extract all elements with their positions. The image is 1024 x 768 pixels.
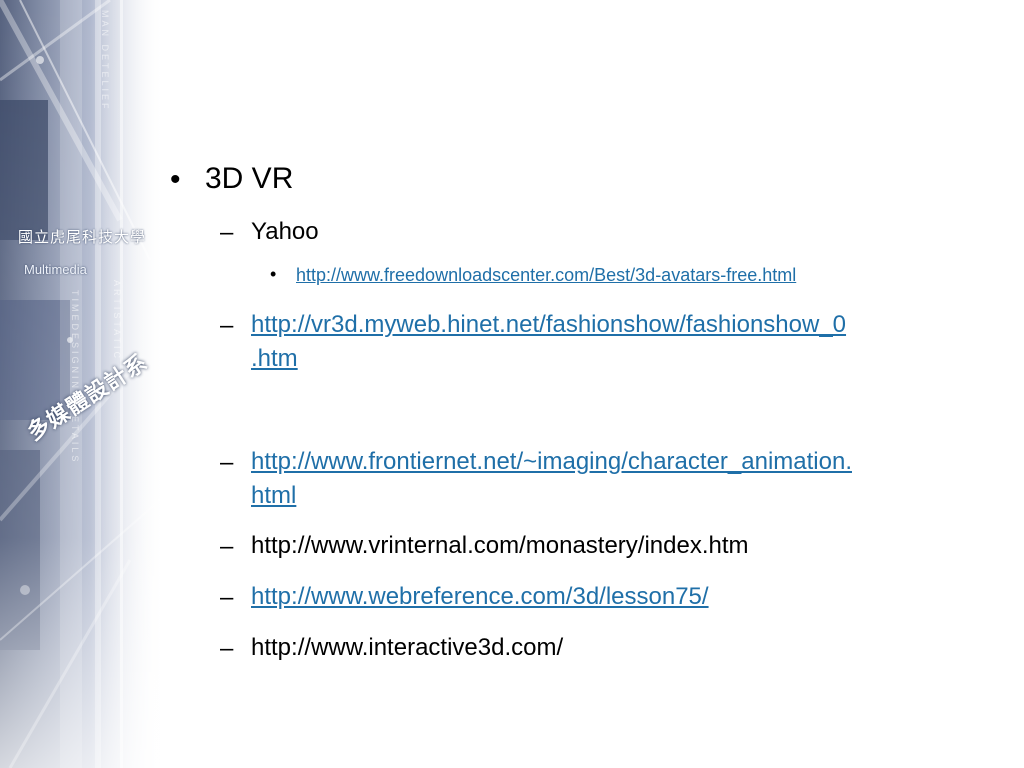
bullet-icon: • [270, 264, 277, 284]
dash-icon: – [220, 533, 234, 560]
slide-content: • 3D VR – Yahoo • http://www.freedownloa… [0, 0, 1024, 768]
link-vr3d-hinet-line1[interactable]: http://vr3d.myweb.hinet.net/fashionshow/… [251, 313, 846, 337]
topic-heading: 3D VR [205, 162, 294, 195]
dash-icon: – [220, 219, 234, 246]
link-webreference[interactable]: http://www.webreference.com/3d/lesson75/ [251, 585, 709, 609]
link-vr3d-hinet-line2[interactable]: .htm [251, 347, 298, 371]
dash-icon: – [220, 449, 234, 476]
dash-icon: – [220, 635, 234, 662]
link-frontiernet-line2[interactable]: html [251, 484, 296, 508]
list-item-vrinternal: http://www.vrinternal.com/monastery/inde… [251, 532, 749, 559]
list-item-yahoo: Yahoo [251, 218, 319, 245]
dash-icon: – [220, 312, 234, 339]
list-item-interactive3d: http://www.interactive3d.com/ [251, 634, 564, 661]
link-freedownloadscenter[interactable]: http://www.freedownloadscenter.com/Best/… [296, 266, 796, 284]
dash-icon: – [220, 584, 234, 611]
link-frontiernet-line1[interactable]: http://www.frontiernet.net/~imaging/char… [251, 450, 852, 474]
bullet-icon: • [170, 163, 181, 196]
